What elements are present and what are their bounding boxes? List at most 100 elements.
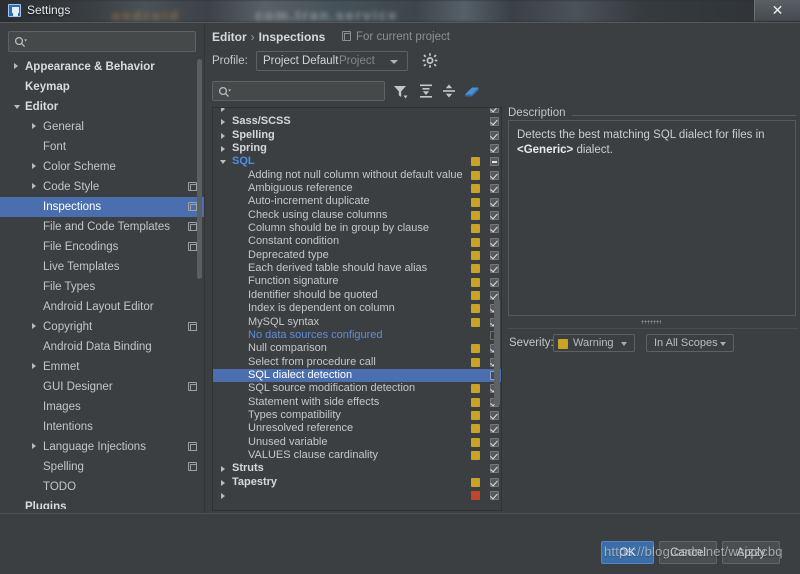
sidebar-item-color-scheme[interactable]: Color Scheme xyxy=(0,157,204,177)
sidebar-search-box[interactable] xyxy=(8,31,196,52)
inspection-item-unresolved-reference[interactable]: Unresolved reference xyxy=(213,422,502,435)
inspection-item-index-is-dependent-on-column[interactable]: Index is dependent on column xyxy=(213,302,502,315)
inspection-group-spring[interactable]: Spring xyxy=(213,142,502,155)
sidebar-item-emmet[interactable]: Emmet xyxy=(0,357,204,377)
inspection-item-identifier-should-be-quoted[interactable]: Identifier should be quoted xyxy=(213,289,502,302)
sidebar-item-copyright[interactable]: Copyright xyxy=(0,317,204,337)
inspection-enabled-checkbox[interactable] xyxy=(490,198,499,207)
sidebar-item-code-style[interactable]: Code Style xyxy=(0,177,204,197)
chevron-right-icon[interactable] xyxy=(32,363,36,369)
inspection-group-struts[interactable]: Struts xyxy=(213,462,502,475)
inspection-group-spelling[interactable]: Spelling xyxy=(213,129,502,142)
copy-settings-icon[interactable] xyxy=(188,222,197,231)
sidebar-item-appearance-behavior[interactable]: Appearance & Behavior xyxy=(0,57,204,77)
inspection-enabled-checkbox[interactable] xyxy=(490,478,499,487)
inspection-item-check-using-clause-columns[interactable]: Check using clause columns xyxy=(213,209,502,222)
close-window-button[interactable]: ✕ xyxy=(754,0,800,21)
inspection-enabled-checkbox[interactable] xyxy=(490,438,499,447)
resize-grip[interactable] xyxy=(641,320,661,324)
inspection-enabled-checkbox[interactable] xyxy=(490,184,499,193)
inspection-item-auto-increment-duplicate[interactable]: Auto-increment duplicate xyxy=(213,195,502,208)
inspection-item-mysql-syntax[interactable]: MySQL syntax xyxy=(213,316,502,329)
chevron-right-icon[interactable] xyxy=(32,163,36,169)
collapse-all-button[interactable] xyxy=(439,81,459,101)
chevron-right-icon[interactable] xyxy=(221,146,225,152)
inspection-item-each-derived-table-should-have-alias[interactable]: Each derived table should have alias xyxy=(213,262,502,275)
cancel-button[interactable]: Cancel xyxy=(659,541,717,564)
sidebar-item-file-types[interactable]: File Types xyxy=(0,277,204,297)
scope-dropdown[interactable]: In All Scopes xyxy=(646,334,734,352)
chevron-right-icon[interactable] xyxy=(32,123,36,129)
inspection-tree-panel[interactable]: Sass/SCSSSpellingSpringSQLAdding not nul… xyxy=(212,107,502,511)
apply-button[interactable]: Apply xyxy=(722,541,780,564)
chevron-right-icon[interactable] xyxy=(32,443,36,449)
inspection-enabled-checkbox[interactable] xyxy=(490,117,499,126)
chevron-right-icon[interactable] xyxy=(32,183,36,189)
sidebar-item-gui-designer[interactable]: GUI Designer xyxy=(0,377,204,397)
inspection-enabled-checkbox[interactable] xyxy=(490,131,499,140)
copy-settings-icon[interactable] xyxy=(188,442,197,451)
inspection-enabled-checkbox[interactable] xyxy=(490,264,499,273)
chevron-right-icon[interactable] xyxy=(221,133,225,139)
sidebar-item-font[interactable]: Font xyxy=(0,137,204,157)
sidebar-item-file-and-code-templates[interactable]: File and Code Templates xyxy=(0,217,204,237)
inspection-item-column-should-be-in-group-by-clause[interactable]: Column should be in group by clause xyxy=(213,222,502,235)
sidebar-item-android-data-binding[interactable]: Android Data Binding xyxy=(0,337,204,357)
inspection-search-box[interactable] xyxy=(212,81,385,101)
inspection-item-statement-with-side-effects[interactable]: Statement with side effects xyxy=(213,396,502,409)
chevron-right-icon[interactable] xyxy=(221,493,225,499)
sidebar-search-input[interactable] xyxy=(31,34,191,50)
copy-settings-icon[interactable] xyxy=(188,182,197,191)
sidebar-item-inspections[interactable]: Inspections xyxy=(0,197,204,217)
copy-settings-icon[interactable] xyxy=(188,382,197,391)
inspection-tree-scrollbar[interactable] xyxy=(494,298,500,406)
inspection-enabled-checkbox[interactable] xyxy=(490,451,499,460)
sidebar-item-todo[interactable]: TODO xyxy=(0,477,204,497)
inspection-enabled-checkbox[interactable] xyxy=(490,144,499,153)
inspection-enabled-checkbox[interactable] xyxy=(490,464,499,473)
sidebar-item-general[interactable]: General xyxy=(0,117,204,137)
inspection-group-partial[interactable] xyxy=(213,489,502,502)
inspection-enabled-checkbox[interactable] xyxy=(490,211,499,220)
profile-dropdown[interactable]: Project Default Project xyxy=(256,51,408,71)
sidebar-item-plugins[interactable]: Plugins xyxy=(0,497,204,509)
sidebar-item-language-injections[interactable]: Language Injections xyxy=(0,437,204,457)
inspection-enabled-checkbox[interactable] xyxy=(490,107,499,113)
chevron-down-icon[interactable] xyxy=(220,160,226,164)
inspection-enabled-checkbox[interactable] xyxy=(490,424,499,433)
filter-button[interactable] xyxy=(390,81,410,101)
sidebar-item-file-encodings[interactable]: File Encodings xyxy=(0,237,204,257)
reset-to-defaults-button[interactable] xyxy=(462,81,482,101)
inspection-item-deprecated-type[interactable]: Deprecated type xyxy=(213,249,502,262)
inspection-tree-list[interactable]: Sass/SCSSSpellingSpringSQLAdding not nul… xyxy=(213,107,502,502)
inspection-item-unused-variable[interactable]: Unused variable xyxy=(213,436,502,449)
copy-settings-icon[interactable] xyxy=(188,462,197,471)
inspection-enabled-checkbox[interactable] xyxy=(490,224,499,233)
inspection-enabled-checkbox[interactable] xyxy=(490,491,499,500)
sidebar-item-spelling[interactable]: Spelling xyxy=(0,457,204,477)
inspection-enabled-checkbox[interactable] xyxy=(490,238,499,247)
inspection-group-partial[interactable] xyxy=(213,107,502,115)
sidebar-item-intentions[interactable]: Intentions xyxy=(0,417,204,437)
chevron-right-icon[interactable] xyxy=(14,63,18,69)
expand-all-button[interactable] xyxy=(416,81,436,101)
profile-settings-gear-button[interactable] xyxy=(420,51,440,71)
inspection-item-null-comparison[interactable]: Null comparison xyxy=(213,342,502,355)
severity-dropdown[interactable]: Warning xyxy=(553,334,635,352)
sidebar-item-editor[interactable]: Editor xyxy=(0,97,204,117)
chevron-right-icon[interactable] xyxy=(221,107,225,112)
inspection-group-tapestry[interactable]: Tapestry xyxy=(213,476,502,489)
inspection-group-sql[interactable]: SQL xyxy=(213,155,502,168)
inspection-item-ambiguous-reference[interactable]: Ambiguous reference xyxy=(213,182,502,195)
inspection-item-types-compatibility[interactable]: Types compatibility xyxy=(213,409,502,422)
inspection-item-values-clause-cardinality[interactable]: VALUES clause cardinality xyxy=(213,449,502,462)
inspection-item-function-signature[interactable]: Function signature xyxy=(213,275,502,288)
settings-category-tree[interactable]: Appearance & BehaviorKeymapEditorGeneral… xyxy=(0,57,204,509)
sidebar-item-images[interactable]: Images xyxy=(0,397,204,417)
chevron-right-icon[interactable] xyxy=(221,480,225,486)
chevron-right-icon[interactable] xyxy=(221,466,225,472)
inspection-enabled-checkbox[interactable] xyxy=(490,251,499,260)
inspection-enabled-checkbox[interactable] xyxy=(490,171,499,180)
inspection-item-sql-source-modification-detection[interactable]: SQL source modification detection xyxy=(213,382,502,395)
chevron-down-icon[interactable] xyxy=(14,105,20,109)
